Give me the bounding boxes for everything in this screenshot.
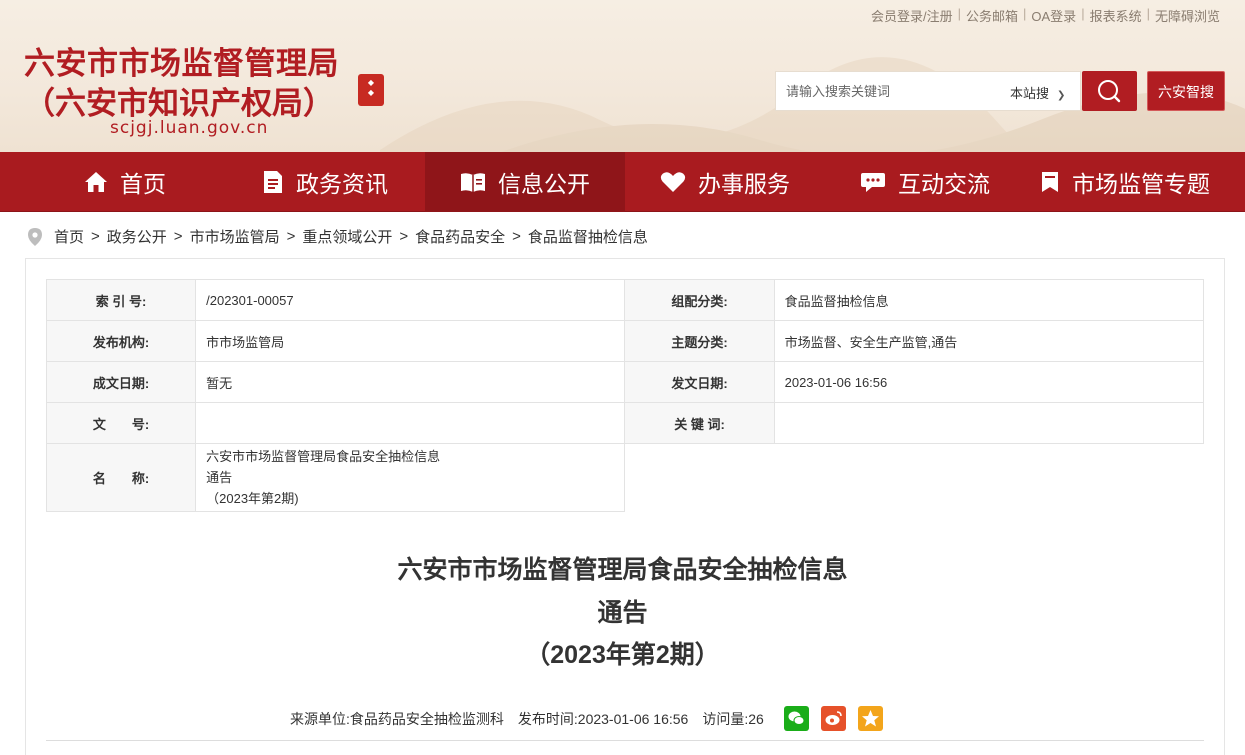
nav-item-interaction[interactable]: 互动交流 bbox=[825, 152, 1025, 212]
document-meta-table: 索 引 号: /202301-00057 组配分类: 食品监督抽检信息 发布机构… bbox=[45, 279, 1205, 512]
meta-label-index: 索 引 号: bbox=[45, 279, 197, 321]
breadcrumb-separator: > bbox=[91, 228, 100, 245]
nav-item-special-topics[interactable]: 市场监管专题 bbox=[1025, 152, 1225, 212]
nav-label: 办事服务 bbox=[698, 171, 790, 197]
search-scope-label: 本站搜 bbox=[1010, 86, 1050, 101]
meta-label-name: 名 称: bbox=[45, 443, 197, 512]
breadcrumb-food-drug[interactable]: 食品药品安全 bbox=[415, 226, 505, 247]
meta-label-docno: 文 号: bbox=[45, 402, 197, 444]
oa-login-link[interactable]: OA登录 bbox=[1026, 6, 1081, 25]
meta-value-issued: 2023-01-06 16:56 bbox=[773, 361, 1205, 403]
meta-name-line: （2023年第2期) bbox=[206, 491, 299, 506]
nav-label: 互动交流 bbox=[898, 171, 990, 197]
favorite-button[interactable] bbox=[857, 706, 883, 731]
breadcrumb-key-areas[interactable]: 重点领域公开 bbox=[302, 226, 392, 247]
meta-row: 索 引 号: /202301-00057 组配分类: 食品监督抽检信息 bbox=[45, 279, 1205, 321]
meta-name-line: 六安市市场监督管理局食品安全抽检信息 bbox=[206, 449, 441, 464]
search-icon bbox=[1098, 80, 1121, 103]
nav-item-home[interactable]: 首页 bbox=[25, 152, 225, 212]
weibo-share-button[interactable] bbox=[820, 706, 846, 731]
breadcrumb-separator: > bbox=[173, 228, 183, 245]
meta-label-issued: 发文日期: bbox=[624, 361, 775, 403]
source-label: 来源单位: bbox=[290, 710, 350, 727]
heart-icon bbox=[660, 172, 686, 192]
accessibility-link[interactable]: 无障碍浏览 bbox=[1150, 6, 1225, 25]
weibo-icon bbox=[825, 711, 842, 725]
breadcrumb-home[interactable]: 首页 bbox=[54, 226, 84, 247]
nav-item-info-public[interactable]: 信息公开 bbox=[425, 152, 625, 212]
article-info-bar: 来源单位: 食品药品安全抽检监测科 发布时间: 2023-01-06 16:56… bbox=[290, 706, 883, 731]
search-button[interactable] bbox=[1082, 71, 1137, 111]
meta-value-publisher: 市市场监管局 bbox=[195, 320, 626, 362]
open-book-icon bbox=[461, 173, 485, 192]
breadcrumb-separator: > bbox=[399, 228, 409, 245]
publish-time-label: 发布时间: bbox=[517, 710, 578, 727]
favorite-icon bbox=[861, 710, 879, 727]
publish-time-value: 2023-01-06 16:56 bbox=[577, 710, 689, 727]
meta-row: 成文日期: 暂无 发文日期: 2023-01-06 16:56 bbox=[45, 361, 1205, 403]
meta-value-topic: 市场监督、安全生产监管,通告 bbox=[773, 320, 1205, 362]
site-title-line2[interactable]: （六安市知识产权局） bbox=[24, 78, 334, 123]
meta-label-keywords: 关 键 词: bbox=[624, 402, 775, 444]
site-domain: scjgj.luan.gov.cn bbox=[110, 118, 269, 138]
article-title-line3: （2023年第2期） bbox=[525, 641, 720, 669]
home-icon bbox=[85, 172, 107, 192]
meta-value-category: 食品监督抽检信息 bbox=[773, 279, 1205, 321]
meta-value-docno bbox=[195, 402, 626, 444]
document-icon bbox=[264, 171, 282, 193]
bookmark-icon bbox=[1042, 172, 1058, 192]
meta-label-publisher: 发布机构: bbox=[45, 320, 197, 362]
meta-value-name: 六安市市场监督管理局食品安全抽检信息 通告 （2023年第2期) bbox=[195, 443, 626, 512]
meta-name-line: 通告 bbox=[206, 470, 233, 485]
official-mail-link[interactable]: 公务邮箱 bbox=[961, 6, 1023, 25]
search-input[interactable] bbox=[776, 72, 1001, 110]
meta-value-created: 暂无 bbox=[195, 361, 626, 403]
meta-value-index: /202301-00057 bbox=[195, 279, 626, 321]
divider bbox=[46, 740, 1204, 741]
main-nav: 首页 政务资讯 信息公开 办事服务 互动交流 市场监管专题 bbox=[0, 152, 1245, 212]
meta-row: 发布机构: 市市场监管局 主题分类: 市场监督、安全生产监管,通告 bbox=[45, 320, 1205, 362]
search-box: 本站搜 ❯ bbox=[775, 71, 1081, 111]
seal-logo: ◆ ◆ bbox=[358, 74, 384, 106]
views-value: 26 bbox=[748, 710, 764, 727]
nav-label: 政务资讯 bbox=[296, 171, 388, 197]
top-links: 会员登录/注册 | 公务邮箱 | OA登录 | 报表系统 | 无障碍浏览 bbox=[866, 6, 1225, 25]
wechat-share-button[interactable] bbox=[783, 706, 809, 731]
meta-row: 文 号: 关 键 词: bbox=[45, 402, 1205, 444]
breadcrumb-separator: > bbox=[286, 228, 296, 245]
member-login-link[interactable]: 会员登录/注册 bbox=[866, 6, 958, 25]
views-label: 访问量: bbox=[702, 710, 749, 727]
breadcrumb-separator: > bbox=[512, 228, 521, 245]
article-title-line1: 六安市市场监督管理局食品安全抽检信息 bbox=[397, 556, 848, 584]
nav-item-services[interactable]: 办事服务 bbox=[625, 152, 825, 212]
meta-value-keywords bbox=[773, 402, 1205, 444]
nav-item-news[interactable]: 政务资讯 bbox=[225, 152, 425, 212]
breadcrumb-food-inspection[interactable]: 食品监督抽检信息 bbox=[528, 226, 648, 247]
smart-search-button[interactable]: 六安智搜 bbox=[1147, 71, 1225, 111]
meta-label-topic: 主题分类: bbox=[624, 320, 775, 362]
source-value: 食品药品安全抽检监测科 bbox=[349, 710, 504, 727]
breadcrumb-gov-open[interactable]: 政务公开 bbox=[107, 226, 167, 247]
breadcrumb-bureau[interactable]: 市市场监管局 bbox=[190, 226, 280, 247]
wechat-icon bbox=[788, 711, 805, 725]
meta-label-category: 组配分类: bbox=[624, 279, 775, 321]
nav-label: 信息公开 bbox=[498, 171, 590, 197]
meta-empty-cell bbox=[624, 443, 1204, 512]
nav-label: 首页 bbox=[120, 171, 166, 197]
chat-icon bbox=[861, 173, 885, 192]
chevron-down-icon: ❯ bbox=[1057, 90, 1066, 101]
meta-row: 名 称: 六安市市场监督管理局食品安全抽检信息 通告 （2023年第2期) bbox=[45, 443, 1204, 512]
breadcrumb: 首页 > 政务公开 > 市市场监管局 > 重点领域公开 > 食品药品安全 > 食品监督抽检… bbox=[26, 226, 648, 247]
nav-label: 市场监管专题 bbox=[1072, 171, 1210, 197]
report-system-link[interactable]: 报表系统 bbox=[1085, 6, 1147, 25]
article-title-line2: 通告 bbox=[597, 599, 648, 627]
search-scope-select[interactable]: 本站搜 ❯ bbox=[1010, 83, 1065, 102]
meta-label-created: 成文日期: bbox=[45, 361, 197, 403]
site-title-line1[interactable]: 六安市市场监督管理局 bbox=[24, 38, 339, 83]
location-pin-icon bbox=[28, 227, 42, 246]
